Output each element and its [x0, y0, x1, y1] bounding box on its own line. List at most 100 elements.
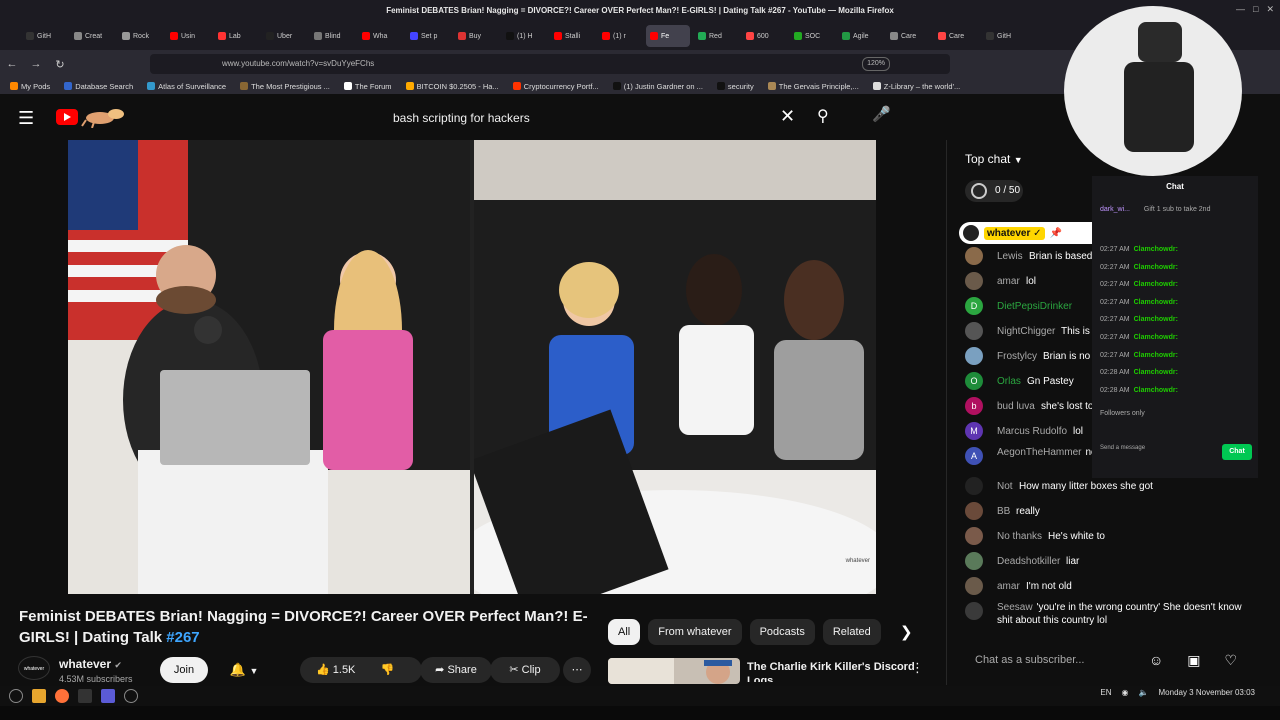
chat-avatar[interactable]: O	[965, 372, 983, 390]
overlay-line-user[interactable]: Clamchowdr:	[1134, 264, 1178, 271]
browser-tab[interactable]: Usin	[166, 25, 210, 47]
overlay-chat-button[interactable]: Chat	[1222, 444, 1252, 460]
bookmark-item[interactable]: security	[716, 82, 754, 91]
chat-author[interactable]: Deadshotkiller	[997, 549, 1060, 574]
chat-avatar[interactable]	[965, 502, 983, 520]
chat-author[interactable]: NightChigger	[997, 319, 1055, 344]
super-chat-icon[interactable]: ▣	[1187, 648, 1200, 672]
browser-tab[interactable]: GitH	[982, 25, 1026, 47]
browser-tab[interactable]: Agile	[838, 25, 882, 47]
browser-tab[interactable]: (1) r	[598, 25, 642, 47]
chip-from-whatever[interactable]: From whatever	[648, 619, 742, 645]
chat-avatar[interactable]: M	[965, 422, 983, 440]
video-player[interactable]: whatever	[68, 140, 876, 594]
clear-search-icon[interactable]: ✕	[780, 106, 795, 127]
reload-icon[interactable]: ↻	[48, 58, 72, 71]
chat-author[interactable]: bud luva	[997, 394, 1035, 419]
start-menu-icon[interactable]	[9, 689, 23, 703]
zoom-level[interactable]: 120%	[862, 57, 890, 71]
url-bar[interactable]: www.youtube.com/watch?v=svDuYyeFChs 120%	[150, 54, 950, 74]
chat-message[interactable]: amar I'm not old	[961, 574, 1251, 599]
bookmark-item[interactable]: (1) Justin Gardner on ...	[612, 82, 703, 91]
browser-tab[interactable]: GitH	[22, 25, 66, 47]
dislike-button[interactable]: 👎	[380, 664, 394, 676]
chat-avatar[interactable]: b	[965, 397, 983, 415]
youtube-logo[interactable]	[56, 109, 78, 125]
search-input[interactable]: bash scripting for hackers	[382, 104, 810, 132]
bookmark-item[interactable]: Atlas of Surveillance	[147, 82, 226, 91]
bookmark-item[interactable]: Database Search	[64, 82, 133, 91]
clip-button[interactable]: ✂ Clip	[490, 657, 560, 683]
browser-tab[interactable]: Set p	[406, 25, 450, 47]
overlay-line-user[interactable]: Clamchowdr:	[1134, 369, 1178, 376]
maximize-icon[interactable]: □	[1253, 4, 1258, 15]
bookmark-item[interactable]: BITCOIN $0.2505 - Ha...	[405, 82, 499, 91]
chevron-right-icon[interactable]: ❯	[900, 623, 913, 641]
recommended-title[interactable]: The Charlie Kirk Killer's Discord Logs	[747, 660, 917, 682]
chat-author[interactable]: BB	[997, 499, 1010, 524]
settings-icon[interactable]	[124, 689, 138, 703]
search-icon[interactable]: ⚲	[817, 106, 829, 126]
chat-mode-selector[interactable]: Top chat ▼	[965, 152, 1023, 166]
browser-tab[interactable]: Blind	[310, 25, 354, 47]
browser-tab[interactable]: Care	[934, 25, 978, 47]
heart-icon[interactable]: ♡	[1225, 648, 1238, 672]
chat-author[interactable]: amar	[997, 269, 1020, 294]
browser-tab[interactable]: 600	[742, 25, 786, 47]
chip-podcasts[interactable]: Podcasts	[749, 619, 815, 645]
chip-all[interactable]: All	[608, 619, 641, 645]
video-hashtag[interactable]: #267	[166, 629, 199, 646]
terminal-icon[interactable]	[78, 689, 92, 703]
bookmark-item[interactable]: The Forum	[343, 82, 392, 91]
bookmark-item[interactable]: The Gervais Principle,...	[767, 82, 859, 91]
browser-tab[interactable]: Lab	[214, 25, 258, 47]
forward-icon[interactable]: →	[24, 58, 48, 70]
overlay-message-input[interactable]: Send a message	[1100, 444, 1160, 460]
overlay-line-user[interactable]: Clamchowdr:	[1134, 299, 1178, 306]
files-icon[interactable]	[32, 689, 46, 703]
chat-avatar[interactable]	[965, 322, 983, 340]
overlay-line-user[interactable]: Clamchowdr:	[1134, 246, 1178, 253]
browser-tab[interactable]: Rock	[118, 25, 162, 47]
chat-author[interactable]: AegonTheHammer	[997, 447, 1081, 458]
back-icon[interactable]: ←	[0, 58, 24, 70]
chat-author[interactable]: Marcus Rudolfo	[997, 419, 1067, 444]
recommended-thumbnail[interactable]	[608, 658, 740, 684]
browser-tab[interactable]: Stalli	[550, 25, 594, 47]
close-icon[interactable]: ✕	[1266, 4, 1274, 15]
chat-message[interactable]: BB really	[961, 499, 1251, 524]
points-badge[interactable]: 0 / 50	[965, 180, 1023, 202]
chat-avatar[interactable]	[965, 477, 983, 495]
app-icon[interactable]	[101, 689, 115, 703]
chat-avatar[interactable]: D	[965, 297, 983, 315]
browser-tab[interactable]: (1) H	[502, 25, 546, 47]
share-button[interactable]: ➦ Share	[420, 657, 492, 683]
chat-avatar[interactable]	[965, 247, 983, 265]
chat-avatar[interactable]	[965, 577, 983, 595]
chat-avatar[interactable]	[965, 527, 983, 545]
chat-avatar[interactable]	[965, 602, 983, 620]
channel-avatar[interactable]: whatever	[18, 656, 50, 680]
more-actions-button[interactable]: ⋯	[563, 657, 591, 683]
join-button[interactable]: Join	[160, 657, 208, 683]
chat-author[interactable]: Frostylcy	[997, 344, 1037, 369]
notifications-button[interactable]: 🔔 ▼	[218, 657, 270, 683]
firefox-icon[interactable]	[55, 689, 69, 703]
overlay-line-user[interactable]: Clamchowdr:	[1134, 281, 1178, 288]
browser-tab[interactable]: Uber	[262, 25, 306, 47]
browser-tab[interactable]: SOC	[790, 25, 834, 47]
chat-author[interactable]: DietPepsiDrinker	[997, 294, 1072, 319]
chat-author[interactable]: amar	[997, 574, 1020, 599]
browser-tab[interactable]: Care	[886, 25, 930, 47]
chat-avatar[interactable]: A	[965, 447, 983, 465]
minimize-icon[interactable]: —	[1236, 4, 1245, 15]
chat-avatar[interactable]	[965, 347, 983, 365]
microphone-icon[interactable]: 🎤	[872, 105, 891, 123]
channel-name[interactable]: whatever ✔	[59, 657, 122, 671]
browser-tab[interactable]: Buy	[454, 25, 498, 47]
browser-tab[interactable]: Red	[694, 25, 738, 47]
bookmark-item[interactable]: My Pods	[10, 82, 50, 91]
volume-icon[interactable]: 🔈	[1139, 688, 1149, 697]
overlay-line-user[interactable]: Clamchowdr:	[1134, 334, 1178, 341]
clock[interactable]: Monday 3 November 03:03	[1159, 688, 1256, 697]
